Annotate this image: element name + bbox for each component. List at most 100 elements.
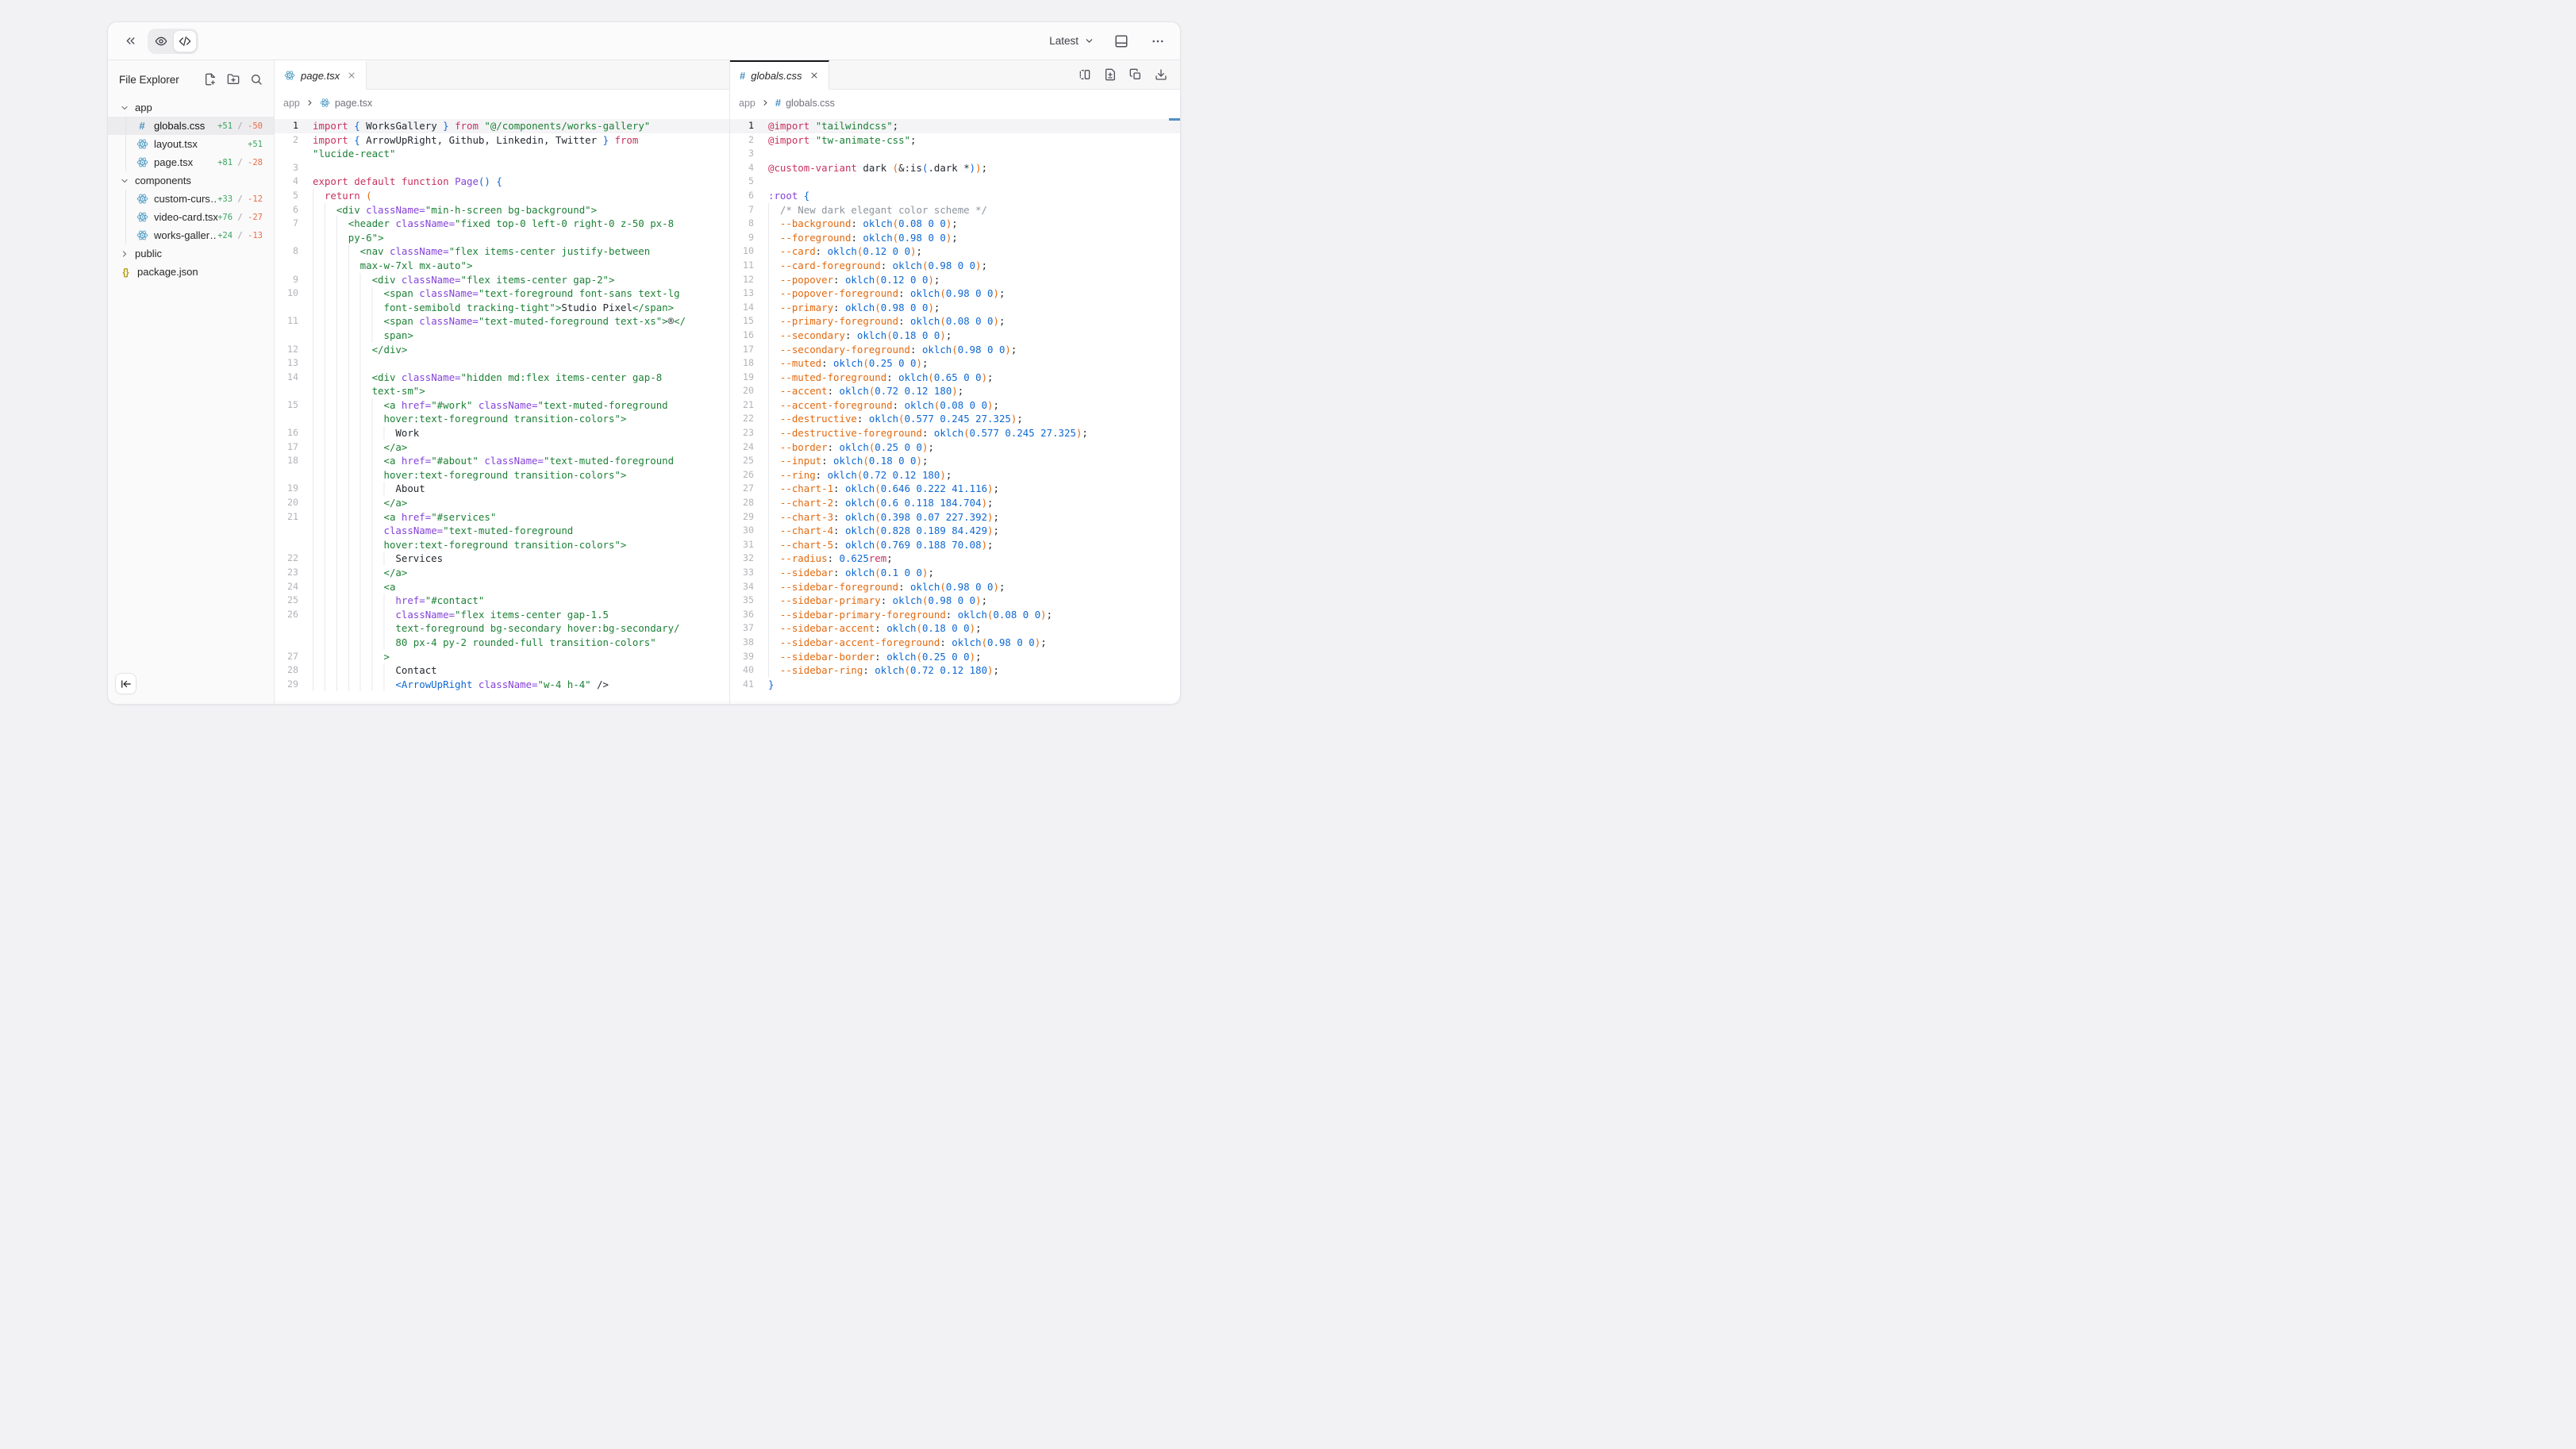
line-number: 11	[730, 259, 754, 273]
line-number: 12	[730, 273, 754, 287]
file-diff-button[interactable]	[1104, 68, 1117, 81]
code-line: 13	[275, 356, 729, 371]
code-line: 2import { ArrowUpRight, Github, Linkedin…	[275, 133, 729, 148]
code-line: 26className="flex items-center gap-1.5	[275, 608, 729, 622]
code-line: 28--chart-2: oklch(0.6 0.118 184.704);	[730, 496, 1180, 510]
code-line: 1@import "tailwindcss";	[730, 119, 1180, 133]
line-number: 39	[730, 650, 754, 664]
chevron-right-icon	[306, 98, 314, 107]
breadcrumb: app page.tsx	[275, 90, 729, 116]
tree-item-label: components	[135, 175, 274, 186]
line-number: 34	[730, 580, 754, 594]
breadcrumb-folder[interactable]: app	[283, 98, 300, 109]
code-line: 4export default function Page() {	[275, 175, 729, 189]
line-number: 27	[730, 482, 754, 496]
code-line: 23--destructive-foreground: oklch(0.577 …	[730, 426, 1180, 440]
code-line: 31--chart-5: oklch(0.769 0.188 70.08);	[730, 538, 1180, 552]
line-number	[275, 384, 298, 398]
close-tab-icon[interactable]	[809, 71, 819, 80]
line-number: 20	[730, 384, 754, 398]
line-number	[275, 412, 298, 426]
breadcrumb-file[interactable]: page.tsx	[335, 98, 372, 109]
code-line: 19About	[275, 482, 729, 496]
tree-file-page.tsx[interactable]: page.tsx+81 / -28	[108, 153, 274, 171]
code-line: 37--sidebar-accent: oklch(0.18 0 0);	[730, 621, 1180, 636]
code-line: 34--sidebar-foreground: oklch(0.98 0 0);	[730, 580, 1180, 594]
code-line: 80 px-4 py-2 rounded-full transition-col…	[275, 636, 729, 650]
line-number: 37	[730, 621, 754, 636]
collapse-sidebar-button[interactable]	[115, 673, 136, 694]
code-line: 22--destructive: oklch(0.577 0.245 27.32…	[730, 412, 1180, 426]
collapse-panel-button[interactable]	[119, 30, 141, 52]
code-line: 7<header className="fixed top-0 left-0 r…	[275, 217, 729, 231]
line-number: 14	[275, 371, 298, 385]
code-line: 4@custom-variant dark (&:is(.dark *));	[730, 161, 1180, 175]
code-line: 23</a>	[275, 566, 729, 580]
line-number: 16	[275, 426, 298, 440]
line-number: 24	[730, 440, 754, 455]
code-line: 25--input: oklch(0.18 0 0);	[730, 454, 1180, 468]
tree-folder-components[interactable]: components	[108, 171, 274, 190]
version-dropdown[interactable]: Latest	[1049, 35, 1094, 47]
react-icon	[136, 193, 148, 205]
line-number: 2	[730, 133, 754, 148]
tab-label: globals.css	[751, 70, 802, 82]
tree-file-works-galler-[interactable]: works-galler…+24 / -13	[108, 226, 274, 244]
search-button[interactable]	[250, 73, 263, 86]
react-icon	[284, 70, 295, 81]
code-line: 15--primary-foreground: oklch(0.08 0 0);	[730, 314, 1180, 329]
new-folder-button[interactable]	[227, 73, 240, 86]
close-tab-icon[interactable]	[347, 71, 356, 80]
diff-count-badge: +76 / -27	[217, 213, 263, 222]
tree-file-layout.tsx[interactable]: layout.tsx+51	[108, 135, 274, 153]
tree-folder-public[interactable]: public	[108, 244, 274, 263]
line-number: 21	[730, 398, 754, 413]
line-number: 30	[730, 524, 754, 538]
file-explorer-sidebar: File Explorer	[108, 60, 275, 704]
tree-file-video-card.tsx[interactable]: video-card.tsx+76 / -27	[108, 208, 274, 226]
diff-count-badge: +33 / -12	[217, 194, 263, 204]
code-editor-globals-css[interactable]: 1@import "tailwindcss";2@import "tw-anim…	[730, 116, 1180, 701]
line-number: 17	[730, 343, 754, 357]
code-line: 19--muted-foreground: oklch(0.65 0 0);	[730, 371, 1180, 385]
tab-globals-css[interactable]: # globals.css	[730, 60, 829, 90]
tree-file-package.json[interactable]: {}package.json	[108, 263, 274, 281]
download-button[interactable]	[1155, 68, 1167, 81]
line-number: 9	[730, 231, 754, 245]
view-toggle	[148, 29, 198, 54]
line-number	[275, 524, 298, 538]
react-icon	[136, 229, 148, 241]
code-line: 18--muted: oklch(0.25 0 0);	[730, 356, 1180, 371]
tabstrip-right: # globals.css	[730, 60, 1180, 90]
tree-file-custom-curs-[interactable]: custom-curs…+33 / -12	[108, 190, 274, 208]
code-line: 3	[730, 147, 1180, 161]
json-braces-icon: {}	[119, 267, 132, 278]
line-number: 8	[275, 244, 298, 259]
tree-folder-app[interactable]: app	[108, 98, 274, 117]
split-editor-button[interactable]	[1078, 68, 1091, 81]
tab-page-tsx[interactable]: page.tsx	[275, 60, 367, 90]
line-number: 9	[275, 273, 298, 287]
explorer-title: File Explorer	[119, 74, 204, 86]
preview-toggle-button[interactable]	[149, 30, 173, 52]
code-editor-page-tsx[interactable]: 1import { WorksGallery } from "@/compone…	[275, 116, 729, 701]
line-number: 5	[730, 175, 754, 189]
tree-file-globals.css[interactable]: #globals.css+51 / -50	[108, 117, 274, 135]
copy-button[interactable]	[1129, 68, 1142, 81]
code-line: 16Work	[275, 426, 729, 440]
line-number: 41	[730, 678, 754, 692]
code-line: 15<a href="#work" className="text-muted-…	[275, 398, 729, 413]
code-toggle-button[interactable]	[173, 30, 197, 52]
layout-panel-button[interactable]	[1110, 30, 1132, 52]
line-number: 20	[275, 496, 298, 510]
breadcrumb-file[interactable]: globals.css	[786, 98, 835, 109]
new-file-button[interactable]	[204, 73, 217, 86]
eye-icon	[155, 35, 167, 48]
line-number	[275, 329, 298, 343]
code-line: 16--secondary: oklch(0.18 0 0);	[730, 329, 1180, 343]
tree-item-label: works-galler…	[154, 229, 217, 241]
line-number: 18	[275, 454, 298, 468]
line-number: 7	[275, 217, 298, 231]
breadcrumb-folder[interactable]: app	[739, 98, 755, 109]
more-options-button[interactable]	[1147, 30, 1169, 52]
